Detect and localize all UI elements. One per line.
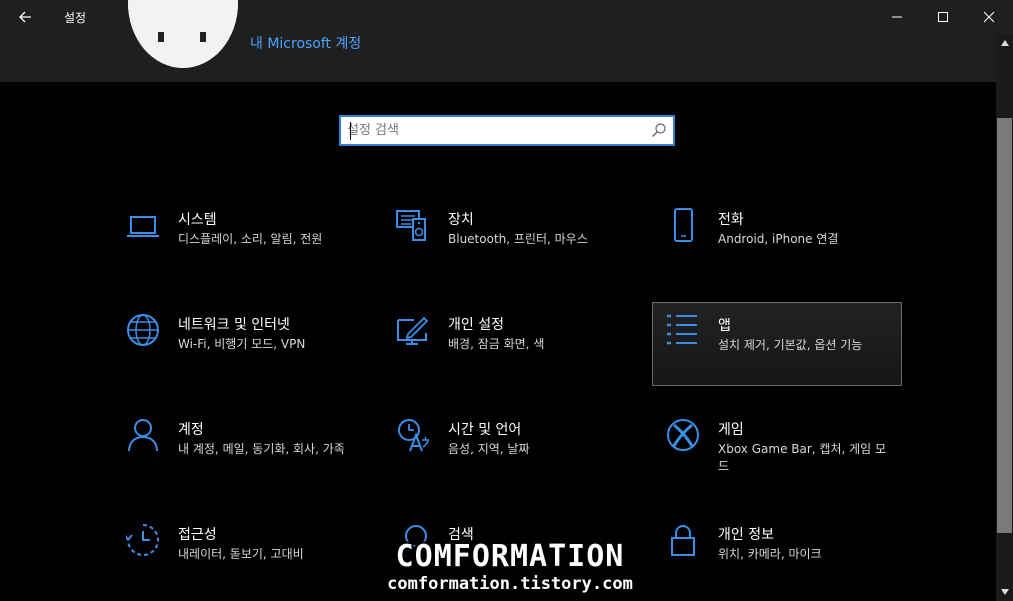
search-box[interactable] [339, 115, 675, 146]
text-caret [350, 122, 351, 140]
tile-accounts[interactable]: 계정 내 계정, 메일, 동기화, 회사, 가족 [114, 410, 364, 494]
tile-devices[interactable]: 장치 Bluetooth, 프린터, 마우스 [384, 200, 634, 284]
search-input[interactable] [347, 120, 637, 140]
tile-title: 접근성 [178, 527, 217, 543]
tile-personalization[interactable]: 개인 설정 배경, 잠금 화면, 색 [384, 305, 634, 389]
time-language-icon [396, 418, 430, 452]
search-icon[interactable] [651, 122, 667, 138]
tile-description: 내레이터, 돋보기, 고대비 [178, 547, 304, 561]
tile-description: 설치 제거, 기본값, 옵션 기능 [718, 338, 863, 352]
accessibility-icon [124, 523, 160, 557]
tile-description: Bluetooth, 프린터, 마우스 [448, 232, 588, 246]
tile-time-language[interactable]: 시간 및 언어 음성, 지역, 날짜 [384, 410, 634, 494]
minimize-icon [892, 16, 902, 18]
watermark-url: comformation.tistory.com [387, 574, 633, 594]
back-arrow-icon [19, 11, 31, 23]
lock-icon [666, 523, 700, 557]
tile-title: 게임 [718, 422, 744, 438]
scroll-down-button[interactable] [996, 585, 1013, 599]
tile-description: 내 계정, 메일, 동기화, 회사, 가족 [178, 442, 345, 456]
title-bar: 설정 내 Microsoft 계정 [0, 0, 1013, 82]
tile-title: 전화 [718, 212, 744, 228]
tile-description: 위치, 카메라, 마이크 [718, 547, 822, 561]
back-button[interactable] [10, 2, 40, 32]
window-title: 설정 [64, 11, 87, 25]
avatar[interactable] [128, 0, 238, 68]
close-button[interactable] [966, 0, 1012, 34]
globe-icon [126, 313, 160, 347]
vertical-scrollbar[interactable] [996, 34, 1013, 601]
scroll-down-icon [1000, 589, 1009, 595]
maximize-icon [938, 12, 948, 22]
scroll-thumb[interactable] [997, 118, 1012, 533]
tile-title: 개인 정보 [718, 527, 774, 543]
tile-description: 배경, 잠금 화면, 색 [448, 337, 545, 351]
maximize-button[interactable] [920, 0, 966, 34]
tile-description: Android, iPhone 연결 [718, 232, 839, 246]
xbox-icon [666, 418, 700, 452]
devices-icon [396, 208, 430, 242]
phone-icon [666, 208, 700, 242]
watermark-title: COMFORMATION [395, 539, 625, 574]
tile-gaming[interactable]: 게임 Xbox Game Bar, 캡처, 게임 모드 [654, 410, 904, 494]
tile-apps[interactable]: 앱 설치 제거, 기본값, 옵션 기능 [652, 302, 902, 386]
tile-title: 계정 [178, 422, 204, 438]
scroll-up-icon [1000, 40, 1009, 46]
close-icon [983, 11, 995, 23]
microsoft-account-link[interactable]: 내 Microsoft 계정 [250, 33, 361, 53]
laptop-icon [126, 208, 160, 242]
tile-title: 장치 [448, 212, 474, 228]
tile-description: Wi-Fi, 비행기 모드, VPN [178, 337, 306, 351]
tile-system[interactable]: 시스템 디스플레이, 소리, 알림, 전원 [114, 200, 364, 284]
apps-list-icon [665, 313, 699, 347]
tile-title: 시간 및 언어 [448, 422, 522, 438]
watermark: COMFORMATION comformation.tistory.com [360, 539, 660, 595]
tile-privacy[interactable]: 개인 정보 위치, 카메라, 마이크 [654, 515, 904, 599]
tile-title: 시스템 [178, 212, 217, 228]
tile-network[interactable]: 네트워크 및 인터넷 Wi-Fi, 비행기 모드, VPN [114, 305, 364, 389]
minimize-button[interactable] [874, 0, 920, 34]
tile-phone[interactable]: 전화 Android, iPhone 연결 [654, 200, 904, 284]
avatar-image [128, 0, 238, 68]
tile-description: Xbox Game Bar, 캡처, 게임 모드 [718, 442, 887, 473]
tile-accessibility[interactable]: 접근성 내레이터, 돋보기, 고대비 [114, 515, 364, 599]
tile-title: 개인 설정 [448, 317, 504, 333]
tile-description: 디스플레이, 소리, 알림, 전원 [178, 232, 323, 246]
personalize-icon [396, 313, 430, 347]
scroll-up-button[interactable] [996, 36, 1013, 50]
tile-title: 네트워크 및 인터넷 [178, 317, 290, 333]
tile-title: 앱 [718, 318, 731, 334]
tile-description: 음성, 지역, 날짜 [448, 442, 530, 456]
person-icon [126, 418, 160, 452]
